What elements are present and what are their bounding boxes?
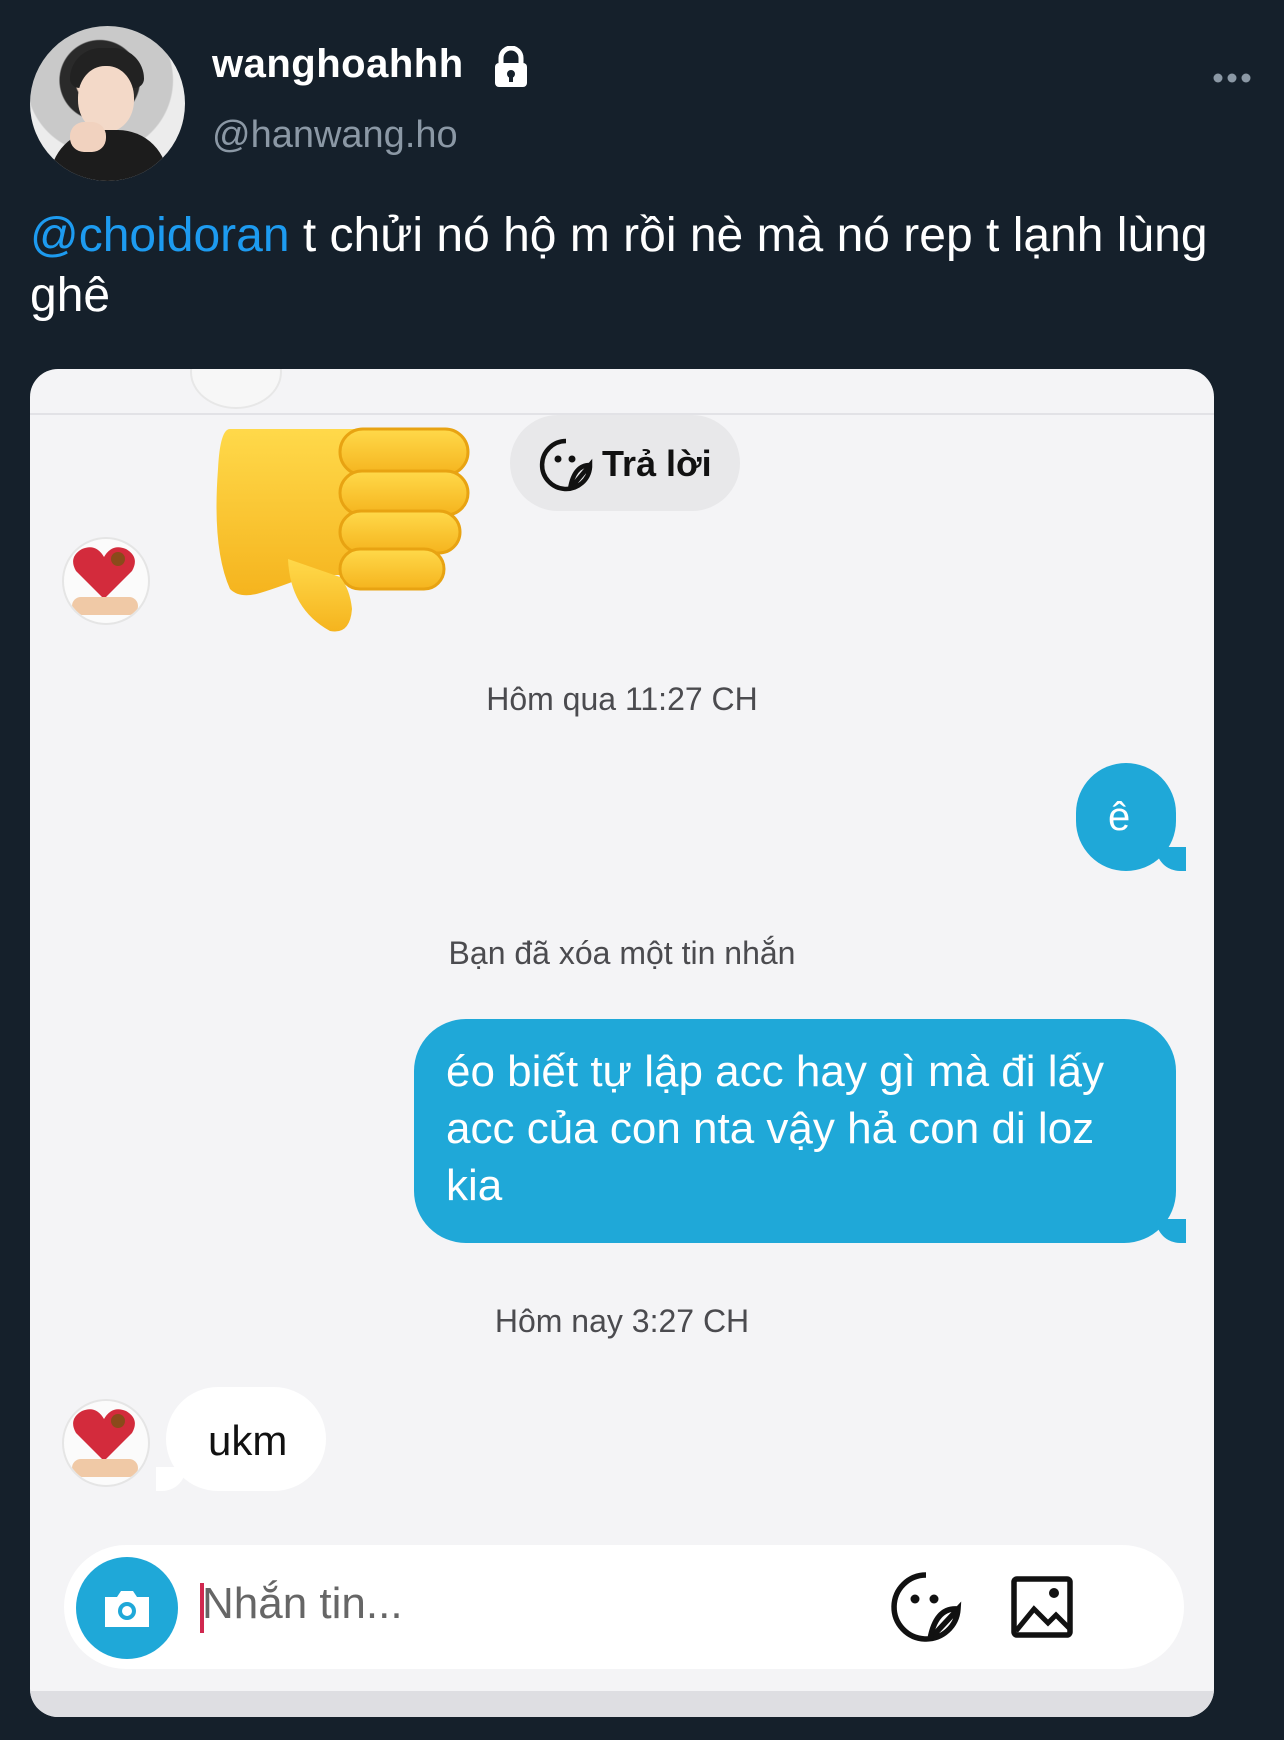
message-composer: Nhắn tin... <box>64 1545 1184 1669</box>
message-input[interactable]: Nhắn tin... <box>202 1579 403 1629</box>
message-text: ê <box>1108 795 1131 839</box>
chat-screenshot[interactable]: Trả lời Hôm qua 11:27 CH ê Bạn đã xóa mộ… <box>30 369 1214 1717</box>
avatar-hands <box>72 597 138 615</box>
message-text: ukm <box>208 1417 288 1464</box>
contact-avatar[interactable] <box>62 537 150 625</box>
deleted-message-note: Bạn đã xóa một tin nhắn <box>448 935 796 971</box>
reply-button[interactable]: Trả lời <box>510 415 740 511</box>
bottom-strip <box>30 1691 1214 1717</box>
camera-icon <box>105 1591 149 1627</box>
sticker-emoji-icon <box>539 438 593 492</box>
reply-label: Trả lời <box>602 443 712 484</box>
avatar-shirt <box>50 130 168 181</box>
user-avatar[interactable] <box>30 26 185 181</box>
incoming-message[interactable]: ukm <box>156 1387 326 1491</box>
display-name[interactable]: wanghoahhh <box>212 42 464 87</box>
avatar-hands <box>72 1459 138 1477</box>
image-icon[interactable] <box>1010 1575 1074 1639</box>
more-icon[interactable] <box>1210 68 1254 88</box>
clipped-avatar <box>190 369 282 409</box>
heart-icon <box>73 547 135 599</box>
timestamp: Hôm nay 3:27 CH <box>494 1303 750 1339</box>
sticker-emoji-icon[interactable] <box>890 1571 962 1643</box>
tweet-text: @choidoran t chửi nó hộ m rồi nè mà nó r… <box>30 206 1230 326</box>
lock-icon <box>495 46 527 87</box>
message-text: éo biết tự lập acc hay gì mà đi lấy acc … <box>446 1047 1105 1210</box>
heart-icon <box>73 1409 135 1461</box>
outgoing-message[interactable]: éo biết tự lập acc hay gì mà đi lấy acc … <box>414 1019 1186 1243</box>
timestamp: Hôm qua 11:27 CH <box>486 681 758 717</box>
mention-link[interactable]: @choidoran <box>30 209 290 262</box>
camera-button[interactable] <box>76 1557 178 1659</box>
outgoing-message[interactable]: ê <box>1076 763 1186 871</box>
tweet-header: wanghoahhh @hanwang.ho <box>30 26 1254 186</box>
user-handle[interactable]: @hanwang.ho <box>212 114 458 157</box>
avatar-hand <box>70 122 106 152</box>
contact-avatar[interactable] <box>62 1399 150 1487</box>
thumbs-down-emoji <box>216 427 470 632</box>
